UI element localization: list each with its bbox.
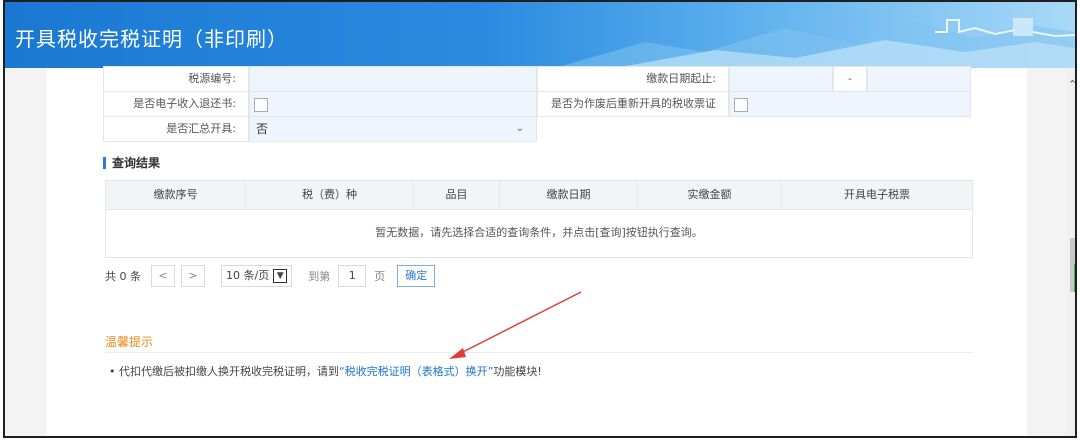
scroll-up-icon[interactable]: ⌃ <box>1068 78 1075 91</box>
scroll-indicator <box>1074 264 1075 292</box>
window-frame: 开具税收完税证明（非印刷） 税源编号: 缴款日期起止: - 是否电子收入退还书:… <box>3 0 1077 438</box>
annotation-arrow <box>449 291 582 359</box>
